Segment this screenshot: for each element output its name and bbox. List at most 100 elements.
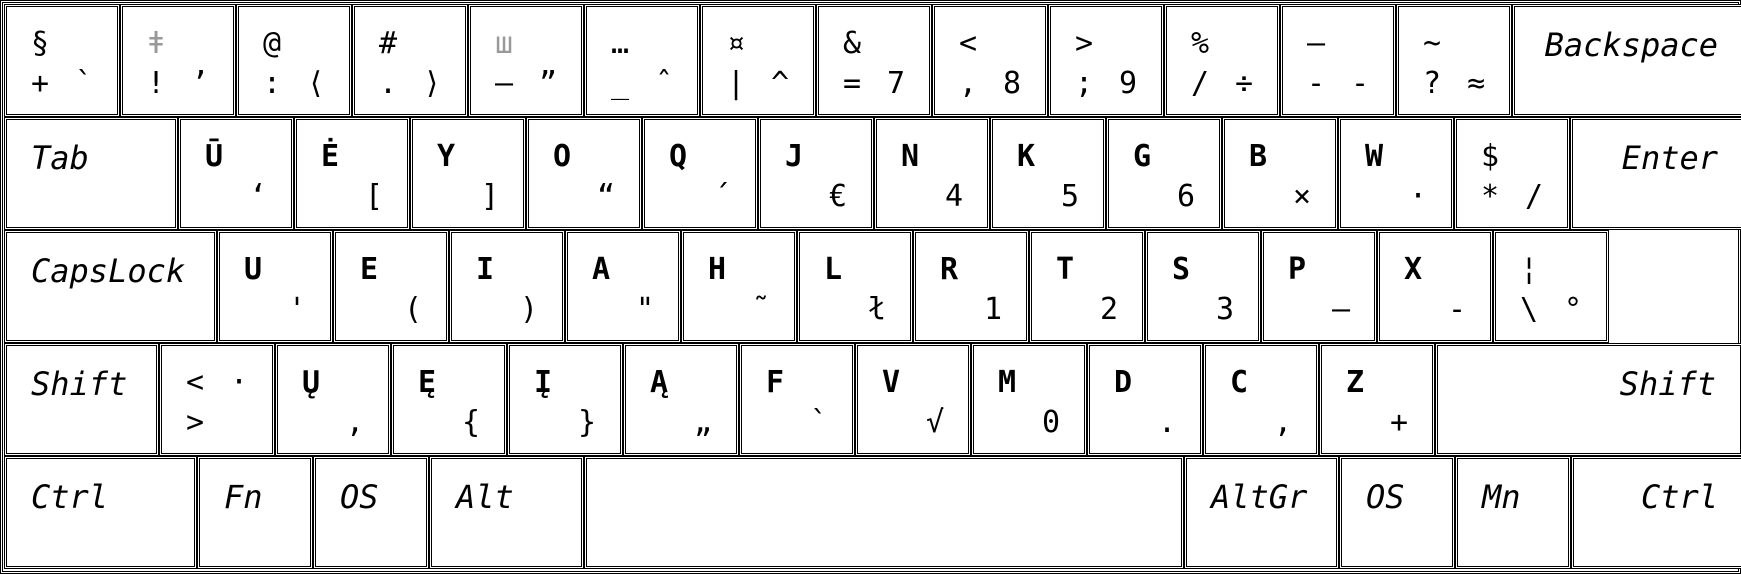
key-r1-c2[interactable]: Ė[ [294,117,410,230]
key-r1-c5[interactable]: Q ´ [642,117,758,230]
key-r3-c3[interactable]: Ę{ [391,343,507,456]
legend-br: ⟩ [422,66,441,101]
legend-tl: # [379,26,398,61]
key-r2-c11[interactable]: X- [1377,230,1493,343]
legend-bl: , [959,66,978,101]
legend-tl: B [1249,139,1268,174]
key-label: OS [340,478,379,516]
key-r0-c0[interactable]: § + ` [4,4,120,117]
os-key[interactable]: OS [1339,456,1455,569]
key-r3-c2[interactable]: Ų, [275,343,391,456]
legend-br: 1 [983,292,1002,327]
key-r1-c11[interactable]: W · [1338,117,1454,230]
ctrl-key[interactable]: Ctrl [1571,456,1741,569]
key-r1-c8[interactable]: K5 [990,117,1106,230]
key-r2-c12[interactable]: ¦ \ ° [1493,230,1609,343]
key-r0-c5[interactable]: … _ ˆ [584,4,700,117]
legend-br: + [1389,405,1408,440]
legend-br: – [1331,292,1350,327]
legend-tl: Q [669,139,688,174]
key-r1-c9[interactable]: G6 [1106,117,1222,230]
legend-tl: W [1365,139,1384,174]
legend-bl: + [31,66,50,101]
key-label: OS [1366,478,1405,516]
key-label: Shift [1619,365,1716,403]
legend-br: - [1350,66,1369,101]
keyboard-layout: § + ` ǂ!’ @: ⟨ #. ⟩ ш —”… _ ˆ ¤ | ^ & = 7 <, 8 >; 9% / ÷ — - - ~? ≈ B… [0,0,1741,574]
key-r3-c10[interactable]: C, [1203,343,1319,456]
key-r2-c4[interactable]: A " [565,230,681,343]
legend-tl: … [611,26,630,61]
key-r1-c3[interactable]: Y] [410,117,526,230]
legend-br: 3 [1215,292,1234,327]
key-r1-c12[interactable]: $ * / [1454,117,1570,230]
legend-tl: < [959,26,978,61]
tab-key[interactable]: Tab [4,117,178,230]
key-r2-c6[interactable]: Lł [797,230,913,343]
key-r0-c3[interactable]: #. ⟩ [352,4,468,117]
legend-br: , [1273,405,1292,440]
legend-tl: I [476,252,495,287]
legend-tl: M [998,365,1017,400]
key-r3-c4[interactable]: Į} [507,343,623,456]
key-r3-c1[interactable]: < · > [159,343,275,456]
key-r1-c1[interactable]: Ū ‘ [178,117,294,230]
key-r3-c5[interactable]: Ą „ [623,343,739,456]
legend-tl: Ų [302,365,321,400]
legend-bl: ; [1075,66,1094,101]
key-r0-c8[interactable]: <, 8 [932,4,1048,117]
legend-br: ` [809,405,828,440]
key-r3-c9[interactable]: D. [1087,343,1203,456]
capslock-key[interactable]: CapsLock [4,230,217,343]
key-r3-c8[interactable]: M0 [971,343,1087,456]
key-r3-c11[interactable]: Z + [1319,343,1435,456]
legend-br: · [1408,179,1427,214]
key-r1-c10[interactable]: B × [1222,117,1338,230]
fn-key[interactable]: Fn [197,456,313,569]
legend-bl: \ [1520,292,1539,327]
legend-br: 0 [1041,405,1060,440]
legend-br: × [1292,179,1311,214]
backspace-key[interactable]: Backspace [1512,4,1741,117]
shift-key[interactable]: Shift [1435,343,1741,456]
legend-br: ł [867,292,886,327]
altgr-key[interactable]: AltGr [1184,456,1339,569]
key-r2-c3[interactable]: I) [449,230,565,343]
key-r0-c6[interactable]: ¤ | ^ [700,4,816,117]
os-key[interactable]: OS [313,456,429,569]
key-r0-c7[interactable]: & = 7 [816,4,932,117]
alt-key[interactable]: Alt [429,456,584,569]
key-r0-c12[interactable]: ~? ≈ [1396,4,1512,117]
key-r0-c2[interactable]: @: ⟨ [236,4,352,117]
legend-tl: ~ [1423,26,1442,61]
legend-tl: @ [263,26,282,61]
key-r1-c4[interactable]: O “ [526,117,642,230]
key-r3-c6[interactable]: F ` [739,343,855,456]
key-label: Fn [224,478,263,516]
mn-key[interactable]: Mn [1455,456,1571,569]
key-r0-c4[interactable]: ш — ” [468,4,584,117]
legend-tl: O [553,139,572,174]
key-r0-c1[interactable]: ǂ! ’ [120,4,236,117]
key-r0-c11[interactable]: — - - [1280,4,1396,117]
key-r3-c7[interactable]: V √ [855,343,971,456]
key-r2-c5[interactable]: H ˜ [681,230,797,343]
legend-tl: E [360,252,379,287]
key-r2-c1[interactable]: U ' [217,230,333,343]
ctrl-key[interactable]: Ctrl [4,456,197,569]
key-r2-c9[interactable]: S3 [1145,230,1261,343]
shift-key[interactable]: Shift [4,343,159,456]
key-r2-c8[interactable]: T2 [1029,230,1145,343]
key-r2-c10[interactable]: P – [1261,230,1377,343]
space-key[interactable] [584,456,1184,569]
enter-key[interactable]: Enter [1570,117,1741,230]
legend-tl: P [1288,252,1307,287]
key-r0-c10[interactable]: % / ÷ [1164,4,1280,117]
key-r0-c9[interactable]: >; 9 [1048,4,1164,117]
legend-tl: § [31,26,50,61]
key-r2-c7[interactable]: R1 [913,230,1029,343]
key-r1-c7[interactable]: N4 [874,117,990,230]
legend-tl: N [901,139,920,174]
key-r2-c2[interactable]: E( [333,230,449,343]
key-r1-c6[interactable]: J € [758,117,874,230]
